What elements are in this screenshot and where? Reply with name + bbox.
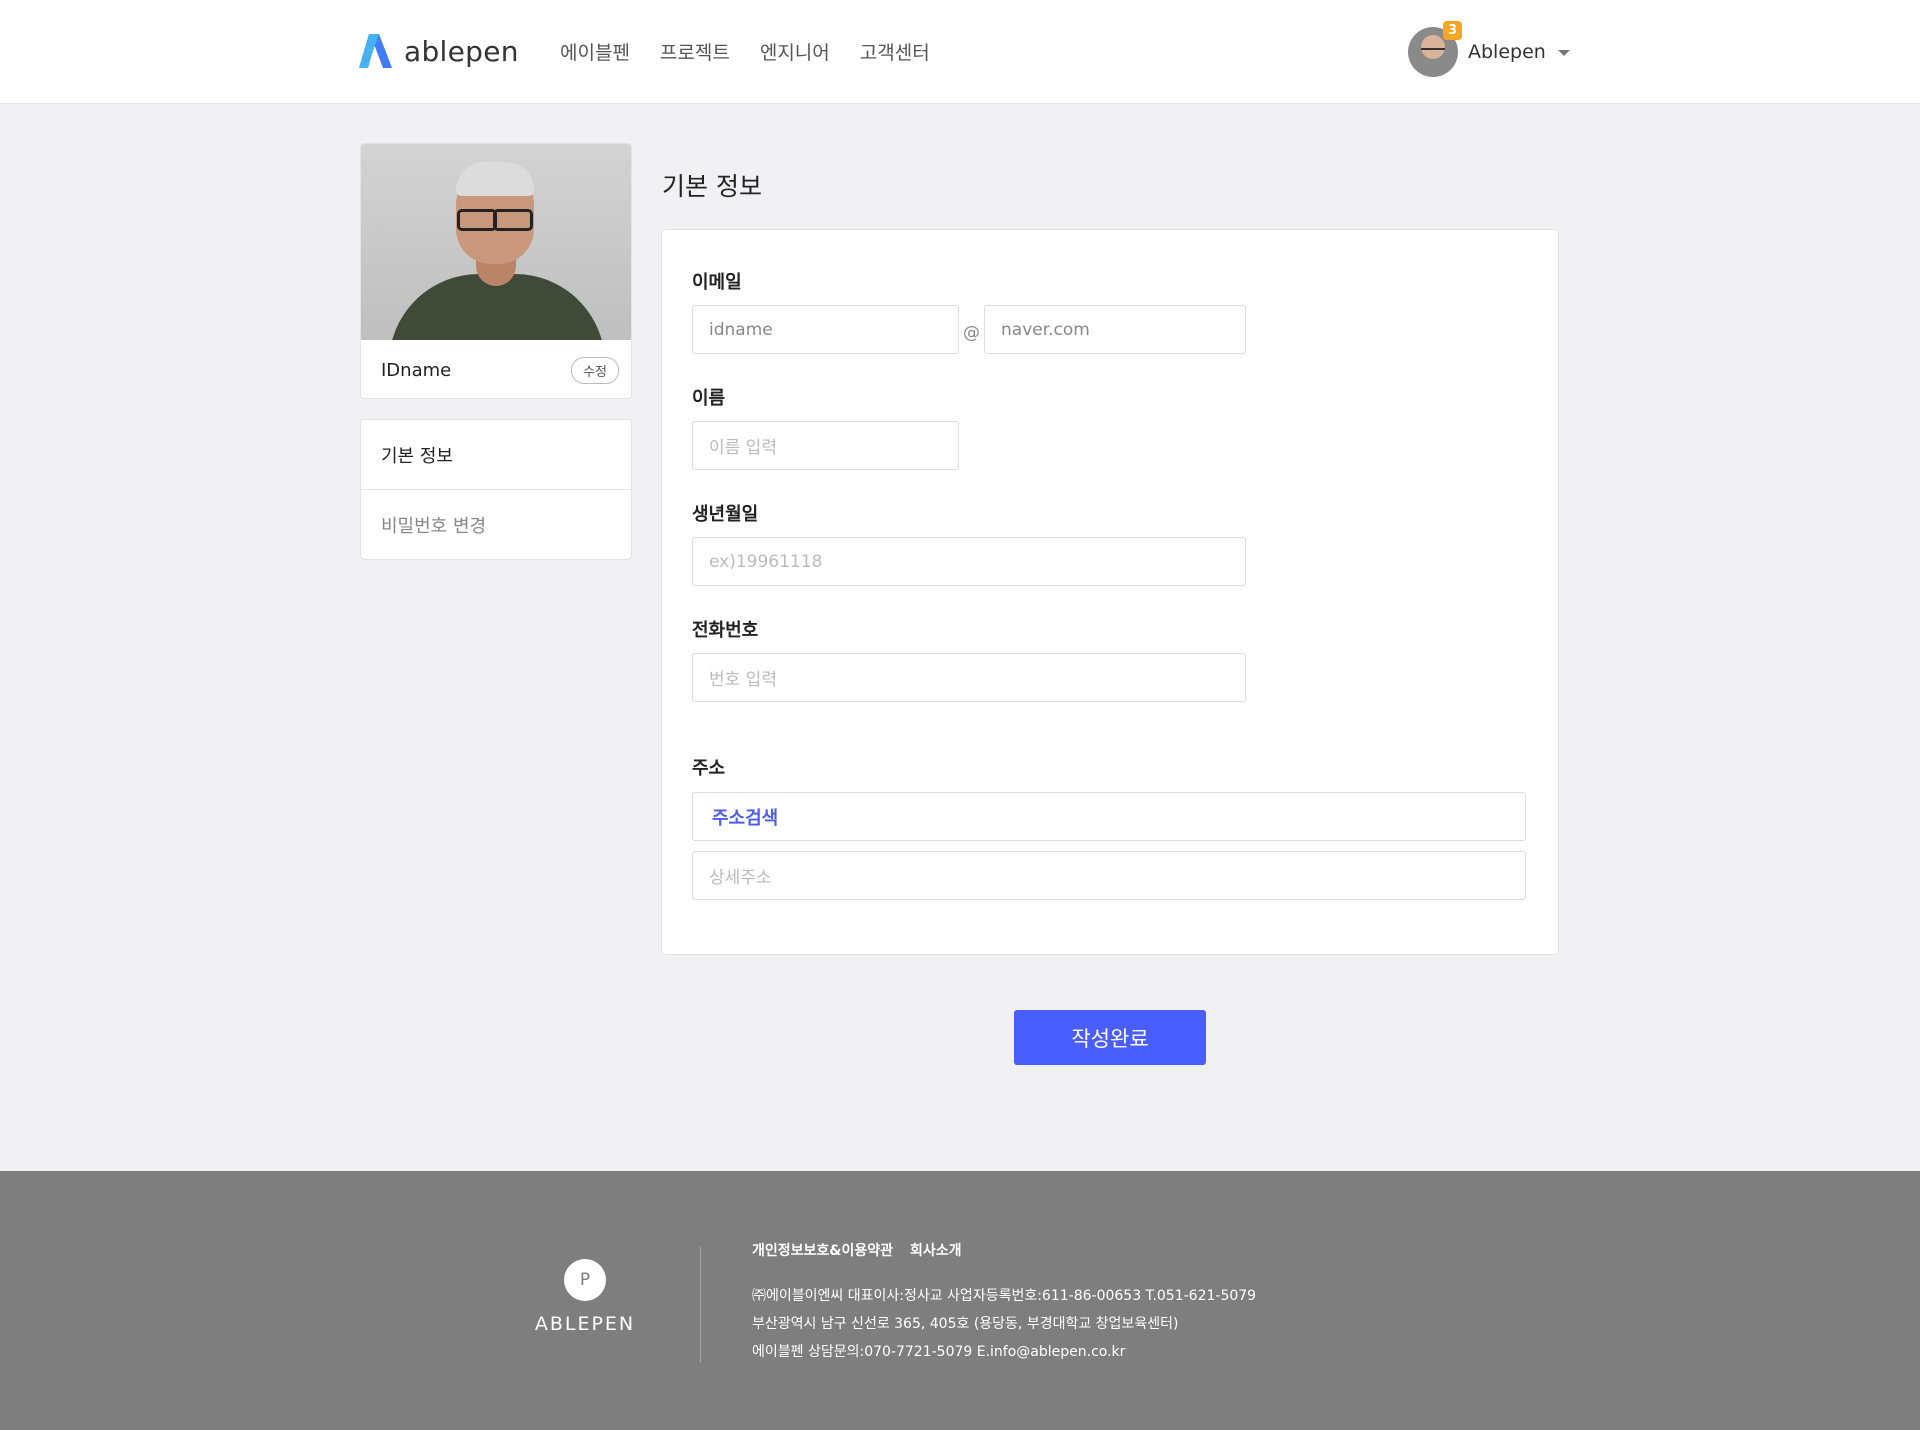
privacy-terms-link[interactable]: 개인정보보호&이용약관: [752, 1240, 893, 1260]
at-symbol: @: [963, 323, 980, 343]
nav-item-project[interactable]: 프로젝트: [660, 38, 730, 65]
nav-item-support[interactable]: 고객센터: [860, 38, 930, 65]
address-search-button[interactable]: 주소검색: [692, 792, 1526, 841]
brand-name: ablepen: [404, 34, 519, 68]
name-input[interactable]: 이름 입력: [692, 421, 959, 470]
submit-button[interactable]: 작성완료: [1014, 1010, 1206, 1065]
avatar-glasses: [1421, 48, 1445, 53]
footer: P ABLEPEN 개인정보보호&이용약관 회사소개 ㈜에이블이엔씨 대표이사:…: [0, 1171, 1920, 1430]
chevron-down-icon[interactable]: [1557, 50, 1570, 56]
main-nav: 에이블펜 프로젝트 엔지니어 고객센터: [560, 38, 930, 65]
phone-input[interactable]: 번호 입력: [692, 653, 1246, 702]
page-title: 기본 정보: [662, 172, 762, 201]
profile-info-row: IDname 수정: [361, 340, 631, 398]
footer-links: 개인정보보호&이용약관 회사소개: [752, 1240, 962, 1260]
basic-info-form: 이메일 idname @ naver.com 이름 이름 입력 생년월일 ex)…: [661, 229, 1559, 955]
birth-input[interactable]: ex)19961118: [692, 537, 1246, 586]
address-detail-input[interactable]: 상세주소: [692, 851, 1526, 900]
footer-brand: ABLEPEN: [534, 1313, 636, 1335]
side-menu-change-password[interactable]: 비밀번호 변경: [361, 490, 631, 560]
side-menu-basic-info[interactable]: 기본 정보: [361, 420, 631, 490]
address-label: 주소: [692, 758, 726, 779]
footer-address: 부산광역시 남구 신선로 365, 405호 (용당동, 부경대학교 창업보육센…: [752, 1316, 1179, 1332]
company-intro-link[interactable]: 회사소개: [910, 1240, 962, 1260]
footer-company-info: ㈜에이블이엔씨 대표이사:정사교 사업자등록번호:611-86-00653 T.…: [752, 1288, 1257, 1304]
notification-badge: 3: [1443, 21, 1462, 40]
ablepen-logo-icon: [359, 34, 392, 68]
edit-profile-button[interactable]: 수정: [571, 356, 619, 384]
email-id-field[interactable]: idname: [692, 305, 959, 354]
email-label: 이메일: [692, 272, 742, 293]
footer-contact: 에이블펜 상담문의:070-7721-5079 E.info@ablepen.c…: [752, 1344, 1126, 1360]
side-menu: 기본 정보 비밀번호 변경: [360, 419, 632, 560]
footer-logo-icon: P: [564, 1259, 606, 1301]
phone-label: 전화번호: [692, 620, 759, 641]
nav-item-ablepen[interactable]: 에이블펜: [560, 38, 630, 65]
birth-label: 생년월일: [692, 504, 759, 525]
top-header: ablepen 에이블펜 프로젝트 엔지니어 고객센터 3 Ablepen: [0, 0, 1920, 104]
photo-hair: [456, 162, 534, 196]
brand-logo[interactable]: ablepen: [359, 34, 519, 68]
profile-id: IDname: [381, 359, 452, 381]
user-name: Ablepen: [1468, 41, 1546, 63]
photo-glasses: [453, 209, 537, 231]
footer-logo[interactable]: P ABLEPEN: [530, 1259, 640, 1335]
footer-divider: [700, 1247, 701, 1363]
name-label: 이름: [692, 388, 726, 409]
user-menu[interactable]: 3 Ablepen: [1408, 21, 1570, 77]
profile-card: IDname 수정: [360, 143, 632, 399]
profile-photo: [361, 144, 631, 340]
user-avatar[interactable]: 3: [1408, 21, 1462, 77]
email-domain-field[interactable]: naver.com: [984, 305, 1246, 354]
nav-item-engineer[interactable]: 엔지니어: [760, 38, 830, 65]
